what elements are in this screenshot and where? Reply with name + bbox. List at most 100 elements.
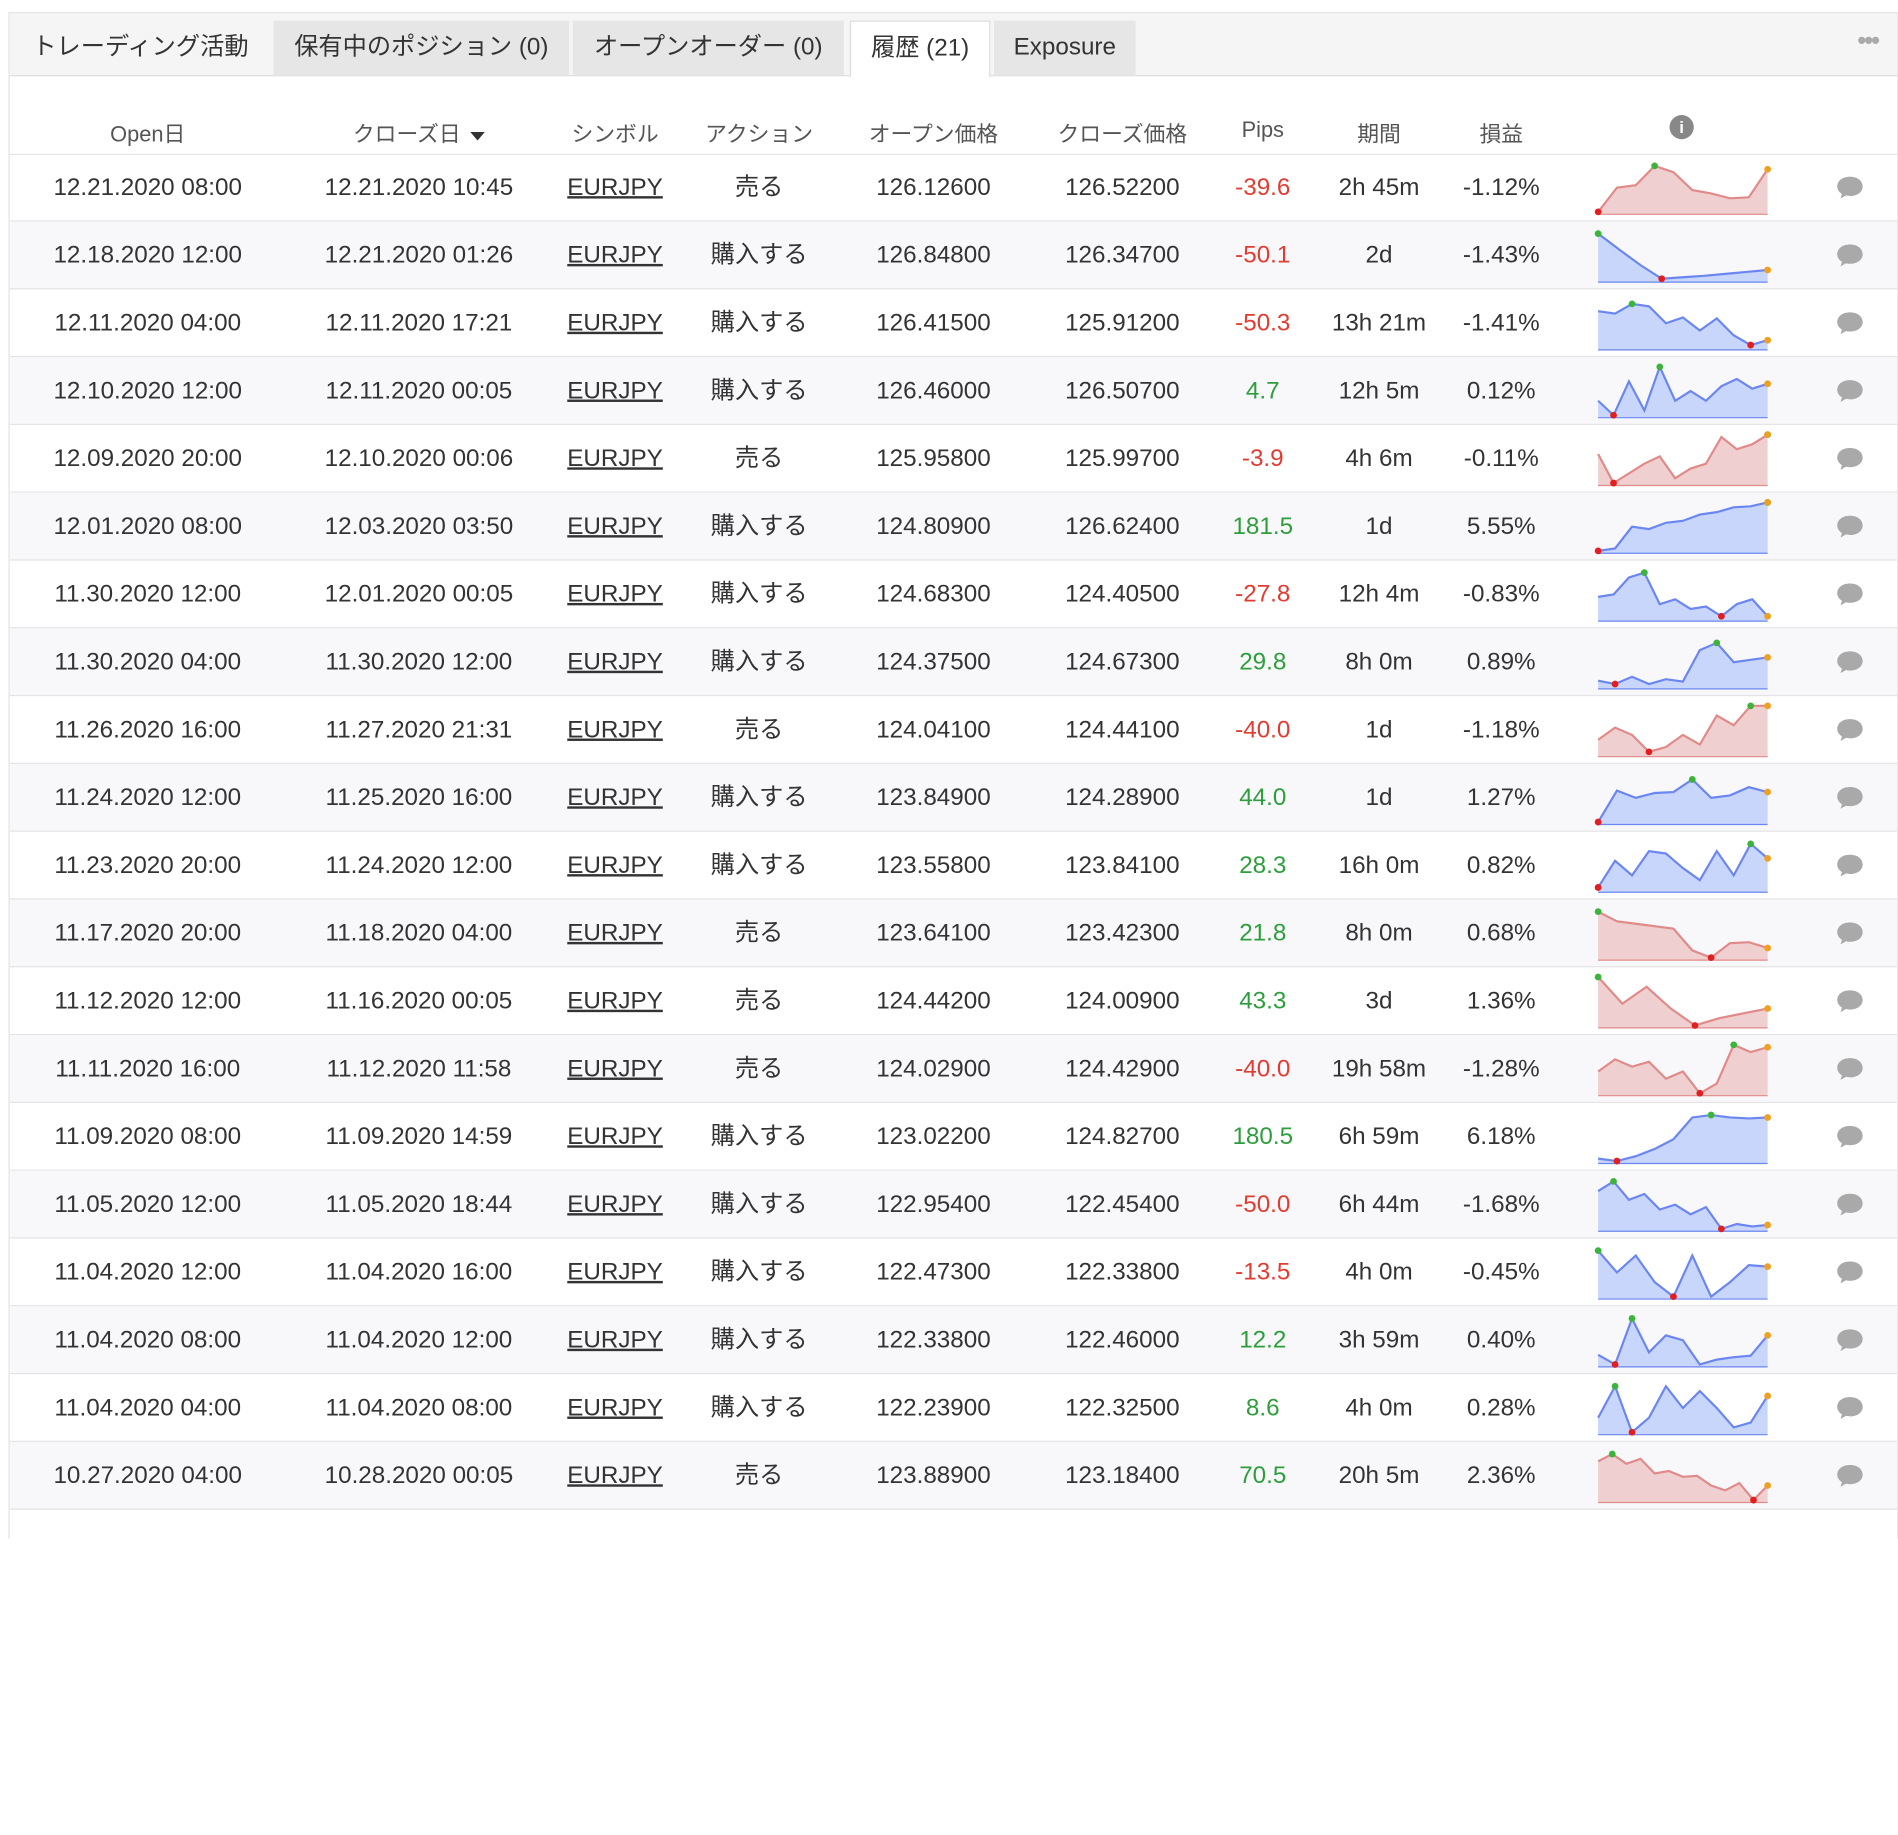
trade-sparkline — [1594, 1247, 1772, 1301]
pips-cell: -27.8 — [1235, 581, 1291, 608]
open-price-cell: 125.95800 — [876, 445, 991, 473]
comment-icon[interactable] — [1835, 1124, 1864, 1151]
pnl-cell: 0.82% — [1466, 852, 1536, 879]
open-price-cell: 124.37500 — [876, 648, 991, 676]
symbol-link[interactable]: EURJPY — [567, 1035, 663, 1102]
more-options-icon[interactable]: ••• — [1857, 25, 1880, 56]
sparkline-low-marker — [1613, 1157, 1621, 1165]
symbol-link[interactable]: EURJPY — [567, 967, 663, 1034]
col-pnl[interactable]: 損益 — [1479, 117, 1523, 148]
symbol-link[interactable]: EURJPY — [567, 696, 663, 763]
comment-icon[interactable] — [1835, 717, 1864, 744]
col-action[interactable]: アクション — [705, 117, 813, 148]
symbol-link[interactable]: EURJPY — [567, 900, 663, 967]
table-row[interactable]: 11.04.2020 12:00 11.04.2020 16:00 EURJPY 購入… — [9, 1239, 1898, 1307]
close-price-cell: 123.18400 — [1065, 1462, 1180, 1490]
table-row[interactable]: 12.10.2020 12:00 12.11.2020 00:05 EURJPY 購入… — [9, 357, 1898, 425]
table-row[interactable]: 11.30.2020 04:00 11.30.2020 12:00 EURJPY 購入… — [9, 628, 1898, 697]
action-cell: 購入する — [710, 1394, 808, 1422]
close-price-cell: 126.62400 — [1065, 513, 1180, 540]
symbol-link[interactable]: EURJPY — [567, 154, 663, 221]
tab-trading-activity[interactable]: トレーディング活動 — [10, 21, 272, 75]
trade-sparkline — [1597, 639, 1772, 690]
symbol-link[interactable]: EURJPY — [567, 832, 663, 899]
col-open-price[interactable]: オープン価格 — [869, 117, 998, 148]
comment-icon[interactable] — [1835, 513, 1864, 540]
sparkline-high-marker — [1628, 1315, 1636, 1322]
symbol-link[interactable]: EURJPY — [567, 1239, 663, 1306]
comment-icon[interactable] — [1835, 310, 1864, 337]
col-close-price[interactable]: クローズ価格 — [1057, 117, 1187, 148]
close-price-cell: 124.44100 — [1065, 716, 1180, 744]
comment-icon[interactable] — [1835, 242, 1864, 269]
table-row[interactable]: 12.21.2020 08:00 12.21.2020 10:45 EURJPY 売る… — [9, 154, 1898, 222]
comment-icon[interactable] — [1835, 1463, 1864, 1490]
tab-history[interactable]: 履歴 (21) — [849, 20, 991, 78]
symbol-link[interactable]: EURJPY — [567, 764, 663, 831]
comment-icon[interactable] — [1835, 1327, 1864, 1354]
col-close-date[interactable]: クローズ日 — [353, 117, 485, 148]
comment-icon[interactable] — [1835, 649, 1864, 676]
tab-open-positions[interactable]: 保有中のポジション (0) — [273, 20, 570, 76]
comment-icon[interactable] — [1835, 1191, 1864, 1218]
comment-icon[interactable] — [1835, 852, 1864, 879]
table-row[interactable]: 12.18.2020 12:00 12.21.2020 01:26 EURJPY 購入… — [9, 221, 1898, 290]
symbol-link[interactable]: EURJPY — [567, 493, 663, 560]
sparkline-low-marker — [1718, 612, 1725, 620]
comment-icon[interactable] — [1835, 988, 1864, 1015]
table-row[interactable]: 11.17.2020 20:00 11.18.2020 04:00 EURJPY 売る… — [9, 899, 1898, 968]
table-row[interactable]: 11.05.2020 12:00 11.05.2020 18:44 EURJPY 購入… — [9, 1170, 1898, 1239]
open-price-cell: 123.55800 — [876, 852, 991, 879]
table-row[interactable]: 11.30.2020 12:00 12.01.2020 00:05 EURJPY 購入… — [9, 561, 1898, 629]
open-date-cell: 11.04.2020 12:00 — [54, 1259, 242, 1286]
symbol-link[interactable]: EURJPY — [567, 425, 663, 492]
comment-icon[interactable] — [1835, 446, 1864, 473]
table-row[interactable]: 12.01.2020 08:00 12.03.2020 03:50 EURJPY 購入… — [9, 492, 1898, 561]
symbol-link[interactable]: EURJPY — [567, 1103, 663, 1170]
col-symbol[interactable]: シンボル — [571, 117, 658, 148]
symbol-link[interactable]: EURJPY — [567, 289, 663, 356]
comment-icon[interactable] — [1835, 785, 1864, 812]
pips-cell: 29.8 — [1239, 648, 1287, 676]
table-row[interactable]: 11.12.2020 12:00 11.16.2020 00:05 EURJPY 売る… — [9, 967, 1898, 1036]
symbol-link[interactable]: EURJPY — [567, 1442, 663, 1509]
tab-open-orders[interactable]: オープンオーダー (0) — [572, 20, 844, 76]
col-duration[interactable]: 期間 — [1357, 117, 1401, 148]
symbol-link[interactable]: EURJPY — [567, 1306, 663, 1373]
close-date-cell: 11.04.2020 12:00 — [325, 1326, 513, 1354]
table-row[interactable]: 11.24.2020 12:00 11.25.2020 16:00 EURJPY 購入… — [9, 763, 1898, 832]
table-row[interactable]: 11.04.2020 08:00 11.04.2020 12:00 EURJPY 購入… — [9, 1306, 1898, 1375]
close-date-cell: 11.04.2020 16:00 — [325, 1259, 513, 1286]
info-icon[interactable]: i — [1669, 115, 1694, 140]
comment-icon[interactable] — [1835, 378, 1864, 405]
tab-exposure[interactable]: Exposure — [993, 20, 1136, 76]
comment-icon-shape — [1837, 176, 1863, 199]
table-row[interactable]: 11.11.2020 16:00 11.12.2020 11:58 EURJPY 売る… — [9, 1035, 1898, 1103]
comment-icon[interactable] — [1835, 1056, 1864, 1083]
symbol-link[interactable]: EURJPY — [567, 1171, 663, 1238]
table-row[interactable]: 11.23.2020 20:00 11.24.2020 12:00 EURJPY 購入… — [9, 832, 1898, 900]
symbol-link[interactable]: EURJPY — [567, 561, 663, 628]
comment-icon[interactable] — [1835, 920, 1864, 947]
table-row[interactable]: 11.04.2020 04:00 11.04.2020 08:00 EURJPY 購入… — [9, 1374, 1898, 1442]
table-row[interactable]: 12.11.2020 04:00 12.11.2020 17:21 EURJPY 購入… — [9, 289, 1898, 358]
comment-icon[interactable] — [1835, 174, 1864, 201]
symbol-link[interactable]: EURJPY — [567, 222, 663, 289]
close-price-cell: 125.91200 — [1065, 309, 1180, 337]
comment-icon[interactable] — [1835, 1395, 1864, 1422]
symbol-link[interactable]: EURJPY — [567, 628, 663, 695]
table-row[interactable]: 11.26.2020 16:00 11.27.2020 21:31 EURJPY 売る… — [9, 696, 1898, 764]
comment-icon[interactable] — [1835, 1259, 1864, 1286]
trade-sparkline — [1597, 1315, 1772, 1368]
table-row[interactable]: 11.09.2020 08:00 11.09.2020 14:59 EURJPY 購入… — [9, 1103, 1898, 1171]
close-date-cell: 11.30.2020 12:00 — [325, 648, 513, 676]
comment-icon-shape — [1837, 1329, 1863, 1352]
table-row[interactable]: 12.09.2020 20:00 12.10.2020 00:06 EURJPY 売る… — [9, 425, 1898, 493]
close-price-cell: 123.42300 — [1065, 920, 1180, 947]
symbol-link[interactable]: EURJPY — [567, 357, 663, 424]
col-pips[interactable]: Pips — [1242, 117, 1284, 142]
symbol-link[interactable]: EURJPY — [567, 1374, 663, 1441]
comment-icon[interactable] — [1835, 581, 1864, 608]
table-row[interactable]: 10.27.2020 04:00 10.28.2020 00:05 EURJPY 売る… — [9, 1441, 1898, 1510]
col-open-date[interactable]: Open日 — [110, 117, 185, 148]
